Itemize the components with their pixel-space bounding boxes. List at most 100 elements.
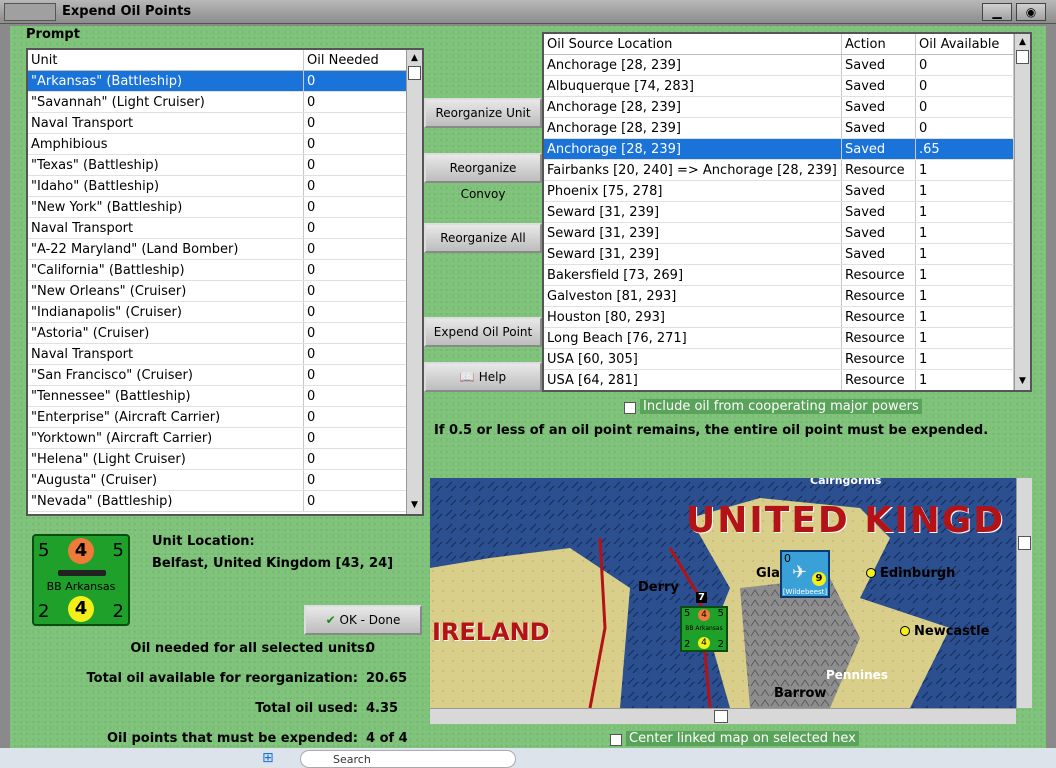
oil-table-cell: 0 [916,118,1014,138]
units-table-row[interactable]: Naval Transport 0 [28,218,422,239]
oil-sources-list[interactable]: Oil Source Location Action Oil Available An… [542,32,1032,392]
include-oil-checkbox[interactable] [624,402,636,414]
window-frame: Expend Oil Points ▁ ◉ Prompt Unit Oil Nee… [0,0,1056,768]
units-table-cell: 0 [304,323,408,343]
oil-table-row[interactable]: Houston [80, 293] Resource 1 [544,307,1030,328]
oil-table-row[interactable]: Fairbanks [20, 240] => Anchorage [28, 23… [544,160,1030,181]
units-table-header-cell[interactable]: Unit [28,50,304,70]
oil-table-row[interactable]: Anchorage [28, 239] Saved 0 [544,55,1030,76]
units-table-row[interactable]: "Arkansas" (Battleship) 0 [28,71,422,92]
units-list[interactable]: Unit Oil Needed "Arkansas" (Battleship) 0 "S… [26,48,424,516]
prompt-label: Prompt [26,27,80,42]
system-menu-button[interactable] [4,3,56,21]
air-unit-top: 0 [784,552,791,565]
units-table-row[interactable]: "Savannah" (Light Cruiser) 0 [28,92,422,113]
oil-table-row[interactable]: Galveston [81, 293] Resource 1 [544,286,1030,307]
oil-table-row[interactable]: Phoenix [75, 278] Saved 1 [544,181,1030,202]
unit-location-label: Unit Location: [152,534,255,549]
maximize-button[interactable]: ◉ [1016,3,1046,21]
oil-table-cell: 1 [916,202,1014,222]
units-table-row[interactable]: "New York" (Battleship) 0 [28,197,422,218]
oil-table-row[interactable]: Seward [31, 239] Saved 1 [544,223,1030,244]
units-table-row[interactable]: Naval Transport 0 [28,113,422,134]
units-table-row[interactable]: "Tennessee" (Battleship) 0 [28,386,422,407]
linked-map[interactable]: Cairngorms UNITED KINGD IRELAND Derry Gl… [430,478,1016,708]
oil-expend-label: Oil points that must be expended: [106,731,358,746]
units-table-cell: "San Francisco" (Cruiser) [28,365,304,385]
oil-table-row[interactable]: Seward [31, 239] Saved 1 [544,202,1030,223]
map-label-cairngorms: Cairngorms [810,478,882,487]
units-table-row[interactable]: "Astoria" (Cruiser) 0 [28,323,422,344]
window-title: Expend Oil Points [62,4,192,19]
units-table-row[interactable]: "Indianapolis" (Cruiser) 0 [28,302,422,323]
scroll-thumb[interactable] [714,710,728,723]
units-table-cell: 0 [304,197,408,217]
scroll-down-icon[interactable]: ▼ [408,499,421,512]
help-button[interactable]: 📖 Help [424,362,542,392]
ok-done-button[interactable]: ✔ OK - Done [304,605,422,635]
oil-scrollbar[interactable]: ▲ ▼ [1014,34,1030,390]
oil-table-row[interactable]: USA [64, 281] Resource 1 [544,370,1030,390]
oil-table-row[interactable]: USA [60, 305] Resource 1 [544,349,1030,370]
units-table-cell: "Nevada" (Battleship) [28,491,304,511]
units-table-cell: 0 [304,344,408,364]
units-table-row[interactable]: "Enterprise" (Aircraft Carrier) 0 [28,407,422,428]
map-unit-counter[interactable]: 5 4 5 BB Arkansas 2 4 2 [680,606,728,652]
units-table-cell: "Arkansas" (Battleship) [28,71,304,91]
units-table-header: Unit Oil Needed [28,50,422,71]
center-map-checkbox[interactable] [610,734,622,746]
oil-table-cell: 1 [916,328,1014,348]
map-horizontal-scrollbar[interactable] [430,708,1016,724]
scroll-thumb[interactable] [408,66,421,80]
units-table-row[interactable]: "Texas" (Battleship) 0 [28,155,422,176]
units-table-row[interactable]: Amphibious 0 [28,134,422,155]
expend-oil-point-button[interactable]: Expend Oil Point [424,317,542,347]
scroll-thumb[interactable] [1018,536,1031,550]
units-table-row[interactable]: "Nevada" (Battleship) 0 [28,491,422,512]
oil-table-row[interactable]: Anchorage [28, 239] Saved 0 [544,97,1030,118]
windows-start-icon[interactable]: ⊞ [262,750,282,766]
units-scrollbar[interactable]: ▲ ▼ [406,50,422,514]
minimize-button[interactable]: ▁ [982,3,1012,21]
units-table-row[interactable]: "New Orleans" (Cruiser) 0 [28,281,422,302]
units-table-cell: 0 [304,218,408,238]
units-table-row[interactable]: "California" (Battleship) 0 [28,260,422,281]
units-table-cell: 0 [304,470,408,490]
taskbar-search-box[interactable]: Search [300,750,516,768]
scroll-up-icon[interactable]: ▲ [1016,36,1029,49]
units-table-row[interactable]: Naval Transport 0 [28,344,422,365]
map-unit-bm: 4 [698,637,710,649]
oil-table-row[interactable]: Anchorage [28, 239] Saved 0 [544,118,1030,139]
units-table-row[interactable]: "Augusta" (Cruiser) 0 [28,470,422,491]
oil-table-row[interactable]: Bakersfield [73, 269] Resource 1 [544,265,1030,286]
map-vertical-scrollbar[interactable] [1016,478,1032,708]
scroll-down-icon[interactable]: ▼ [1016,375,1029,388]
units-table-row[interactable]: "A-22 Maryland" (Land Bomber) 0 [28,239,422,260]
units-table-row[interactable]: "Helena" (Light Cruiser) 0 [28,449,422,470]
units-table-row[interactable]: "San Francisco" (Cruiser) 0 [28,365,422,386]
map-label-derry: Derry [638,580,679,595]
counter-attack: 5 [38,540,50,561]
scroll-thumb[interactable] [1016,50,1029,64]
oil-table-header-cell[interactable]: Oil Available [916,34,1014,54]
oil-table-row[interactable]: Seward [31, 239] Saved 1 [544,244,1030,265]
air-unit-counter[interactable]: 0 ✈ 9 [Wildebeest] [780,550,830,598]
oil-table-cell: Seward [31, 239] [544,223,842,243]
oil-table-header-cell[interactable]: Action [842,34,916,54]
scroll-up-icon[interactable]: ▲ [408,52,421,65]
oil-table-cell: Albuquerque [74, 283] [544,76,842,96]
reorganize-unit-button[interactable]: Reorganize Unit [424,98,542,128]
oil-table-row[interactable]: Long Beach [76, 271] Resource 1 [544,328,1030,349]
units-table-row[interactable]: "Yorktown" (Aircraft Carrier) 0 [28,428,422,449]
reorganize-convoy-button[interactable]: Reorganize Convoy [424,153,542,201]
units-table-row[interactable]: "Idaho" (Battleship) 0 [28,176,422,197]
battleship-icon [58,570,106,576]
oil-table-row[interactable]: Albuquerque [74, 283] Saved 0 [544,76,1030,97]
air-unit-name: [Wildebeest] [782,588,828,596]
reorganize-all-button[interactable]: Reorganize All [424,223,542,253]
oil-table-row[interactable]: Anchorage [28, 239] Saved .65 [544,139,1030,160]
map-unit-br: 2 [717,639,724,650]
oil-table-header-cell[interactable]: Oil Source Location [544,34,842,54]
units-table-header-cell[interactable]: Oil Needed [304,50,408,70]
units-table-cell: "Idaho" (Battleship) [28,176,304,196]
